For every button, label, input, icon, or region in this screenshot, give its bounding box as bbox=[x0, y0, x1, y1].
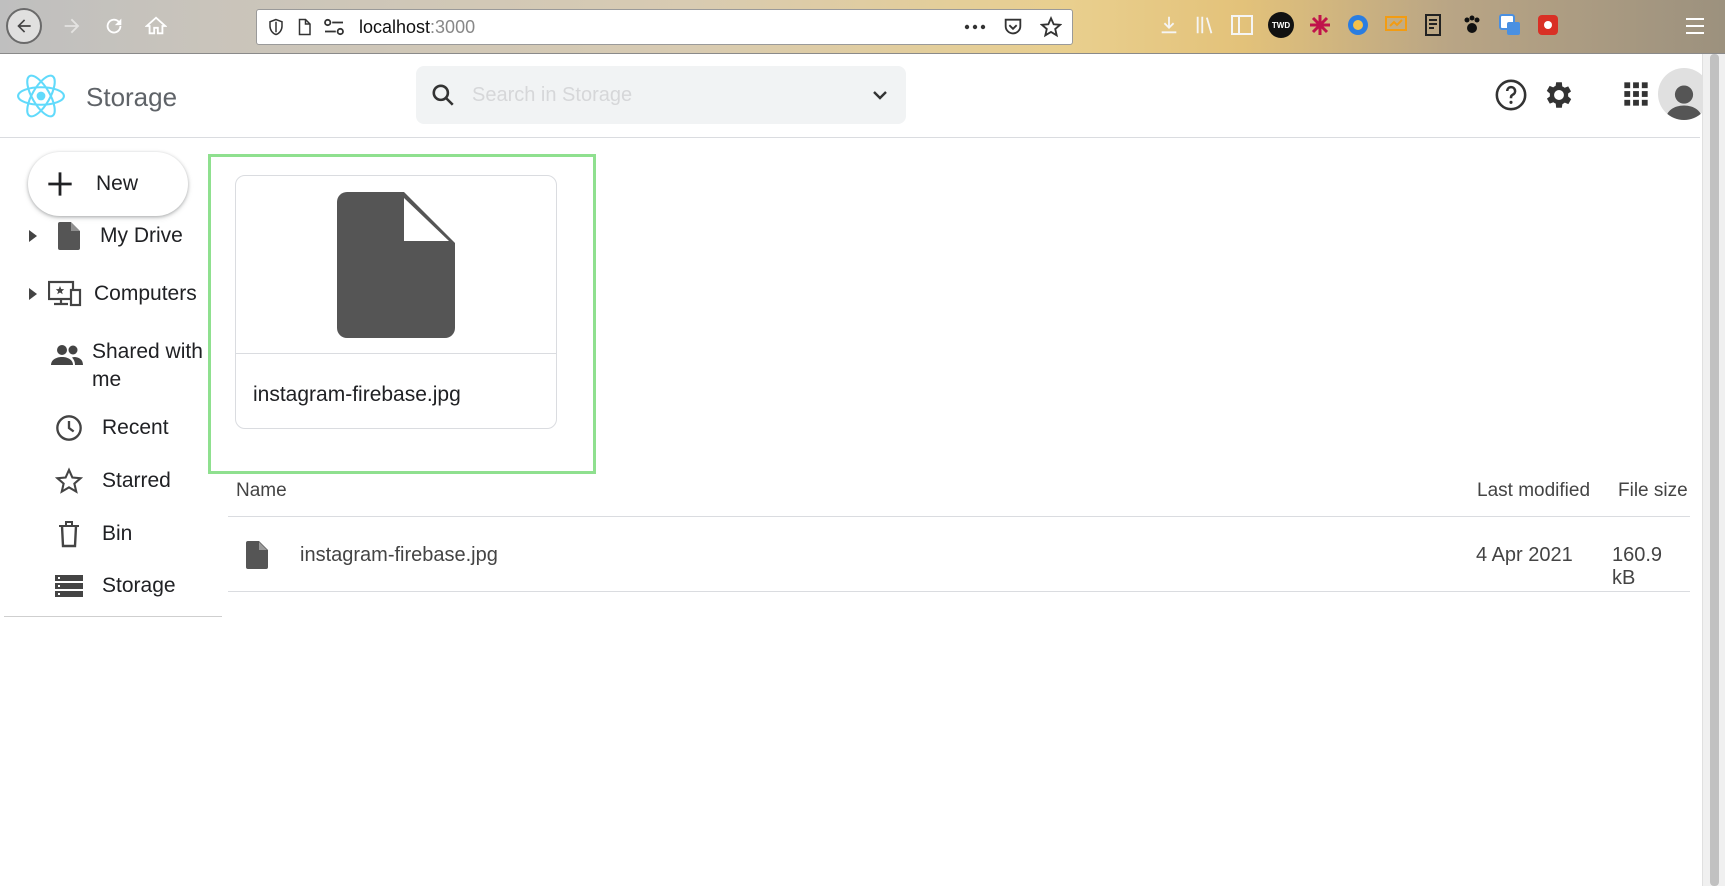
file-card-name: instagram-firebase.jpg bbox=[253, 383, 461, 406]
new-button[interactable]: New bbox=[28, 152, 188, 216]
plus-icon bbox=[48, 172, 72, 196]
sidebar-item-label-line1: Shared with bbox=[92, 340, 203, 363]
pocket-icon[interactable] bbox=[1002, 16, 1024, 38]
apps-grid-icon[interactable] bbox=[1622, 80, 1650, 108]
search-input[interactable] bbox=[472, 83, 868, 107]
sidebar-item-shared[interactable]: Shared with me bbox=[0, 338, 203, 394]
new-button-label: New bbox=[96, 172, 139, 195]
sidebar-item-label: Starred bbox=[102, 469, 171, 492]
globe-extension-icon[interactable] bbox=[1346, 13, 1370, 37]
asterisk-extension-icon[interactable] bbox=[1308, 13, 1332, 37]
home-icon bbox=[145, 16, 167, 35]
sidebar-item-label: Computers bbox=[94, 282, 197, 305]
file-card[interactable]: instagram-firebase.jpg bbox=[235, 175, 557, 429]
computers-icon bbox=[48, 280, 82, 308]
sidebar-item-starred[interactable]: Starred bbox=[0, 467, 171, 495]
column-header-file-size[interactable]: File size bbox=[1618, 480, 1688, 502]
extensions-toolbar: TWD bbox=[1158, 12, 1560, 38]
download-icon[interactable] bbox=[1158, 14, 1180, 36]
sidebar-item-bin[interactable]: Bin bbox=[0, 520, 132, 548]
bookmark-star-icon[interactable] bbox=[1040, 16, 1062, 38]
storage-icon bbox=[52, 575, 86, 597]
url-host: localhost bbox=[359, 16, 431, 37]
react-logo-icon[interactable] bbox=[16, 72, 66, 120]
star-icon bbox=[52, 467, 86, 495]
sidebar-toggle-icon[interactable] bbox=[1230, 14, 1254, 36]
permissions-icon[interactable] bbox=[323, 18, 345, 36]
scrollbar[interactable] bbox=[1702, 54, 1725, 886]
gear-icon[interactable] bbox=[1542, 78, 1576, 112]
reload-button[interactable] bbox=[96, 8, 132, 44]
more-dots-icon[interactable] bbox=[964, 24, 986, 30]
twd-extension-icon[interactable]: TWD bbox=[1268, 12, 1294, 38]
page-icon[interactable] bbox=[295, 17, 313, 37]
back-button[interactable] bbox=[6, 8, 42, 44]
paw-extension-icon[interactable] bbox=[1460, 13, 1484, 37]
file-table-header: Name Last modified File size bbox=[228, 470, 1690, 517]
home-button[interactable] bbox=[138, 8, 174, 44]
url-text[interactable]: localhost:3000 bbox=[359, 17, 475, 38]
sidebar-divider bbox=[4, 616, 222, 617]
sidebar-item-label: Recent bbox=[102, 416, 169, 439]
sidebar-item-computers[interactable]: Computers bbox=[0, 280, 197, 308]
clock-icon bbox=[52, 414, 86, 442]
sidebar-item-recent[interactable]: Recent bbox=[0, 414, 169, 442]
sidebar-item-label-line2: me bbox=[92, 368, 122, 391]
sidebar-item-my-drive[interactable]: My Drive bbox=[0, 222, 183, 250]
library-icon[interactable] bbox=[1194, 14, 1216, 36]
translate-extension-icon[interactable] bbox=[1498, 13, 1522, 37]
file-icon bbox=[246, 541, 268, 569]
chevron-down-icon[interactable] bbox=[868, 83, 892, 107]
browser-menu-icon[interactable] bbox=[1684, 16, 1706, 36]
trash-icon bbox=[52, 520, 86, 548]
search-icon[interactable] bbox=[430, 82, 456, 108]
search-bar[interactable] bbox=[416, 66, 906, 124]
shield-icon[interactable] bbox=[267, 18, 285, 36]
file-preview bbox=[236, 176, 556, 354]
app-title: Storage bbox=[86, 82, 178, 112]
arrow-right-icon bbox=[64, 18, 80, 34]
twd-extension-label: TWD bbox=[1271, 20, 1291, 30]
sidebar: New My Drive Computers Shared with me Re… bbox=[0, 138, 225, 886]
sidebar-item-label: My Drive bbox=[100, 224, 183, 247]
file-icon bbox=[337, 191, 455, 338]
row-file-size: 160.9 kB bbox=[1612, 544, 1663, 589]
table-row[interactable]: instagram-firebase.jpg 4 Apr 2021 160.9 … bbox=[228, 518, 1690, 592]
user-avatar-icon bbox=[1665, 85, 1703, 120]
forward-button[interactable] bbox=[54, 8, 90, 44]
help-icon[interactable] bbox=[1494, 78, 1528, 112]
sidebar-item-label: Bin bbox=[102, 522, 133, 545]
row-last-modified: 4 Apr 2021 bbox=[1476, 544, 1573, 566]
notes-extension-icon[interactable] bbox=[1422, 13, 1446, 37]
red-extension-icon[interactable] bbox=[1536, 13, 1560, 37]
file-icon bbox=[52, 222, 86, 250]
url-port: :3000 bbox=[430, 16, 476, 37]
address-bar[interactable]: localhost:3000 bbox=[256, 9, 1073, 45]
sidebar-item-label: Storage bbox=[102, 574, 176, 597]
screen-extension-icon[interactable] bbox=[1384, 13, 1408, 37]
browser-toolbar: localhost:3000 TWD bbox=[0, 0, 1725, 54]
scrollbar-thumb[interactable] bbox=[1710, 54, 1719, 886]
expand-arrow-icon[interactable] bbox=[28, 282, 40, 306]
app-header: Storage bbox=[0, 54, 1710, 138]
sidebar-item-label: Shared with me bbox=[92, 338, 203, 394]
people-icon bbox=[50, 344, 84, 366]
sidebar-item-storage[interactable]: Storage bbox=[0, 574, 176, 598]
arrow-left-icon bbox=[17, 19, 31, 33]
expand-arrow-icon[interactable] bbox=[28, 224, 40, 248]
row-file-name[interactable]: instagram-firebase.jpg bbox=[300, 544, 498, 567]
reload-icon bbox=[106, 18, 122, 34]
column-header-last-modified[interactable]: Last modified bbox=[1477, 480, 1590, 502]
column-header-name[interactable]: Name bbox=[236, 480, 287, 502]
